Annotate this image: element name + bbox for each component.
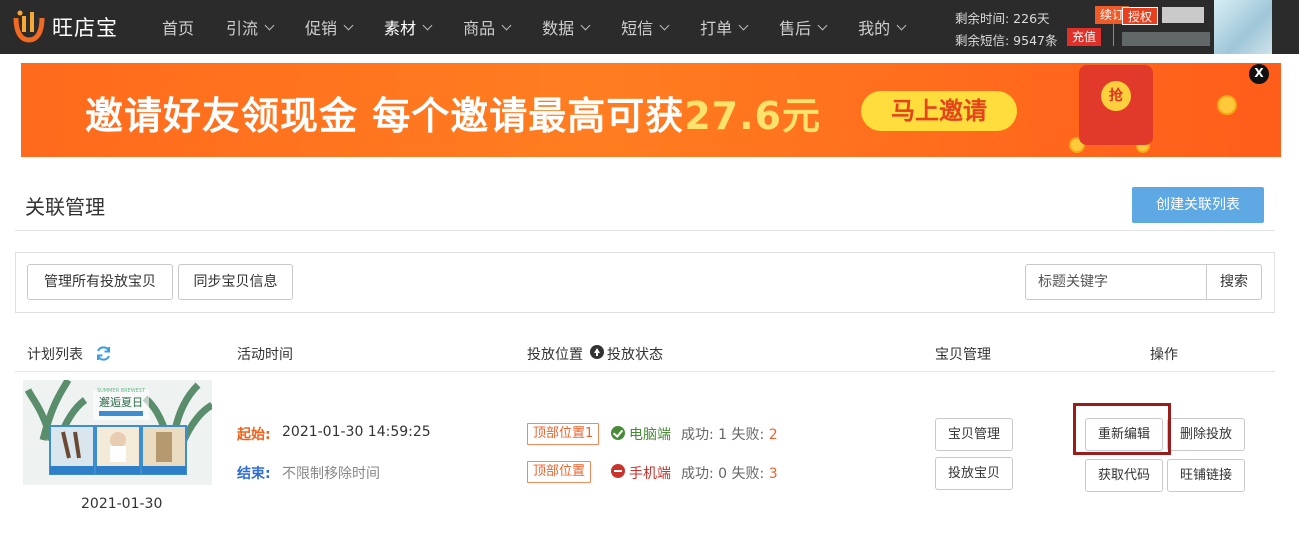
chevron-down-icon — [580, 20, 591, 30]
logo[interactable]: 旺店宝 — [10, 8, 140, 46]
position-tag: 顶部位置1 — [527, 423, 600, 445]
close-banner-button[interactable]: X — [1249, 64, 1269, 84]
search-button[interactable]: 搜索 — [1206, 264, 1262, 300]
highlight-box — [1073, 403, 1171, 455]
nav-item-label: 短信 — [621, 19, 654, 38]
coin-icon — [1217, 95, 1237, 115]
chevron-down-icon — [422, 20, 433, 30]
column-plan-list: 计划列表 — [27, 347, 83, 363]
placement-stats-pc: 成功: 1 失败: 2 — [681, 424, 778, 444]
thumb-subtitle: SUMMER BREWEST — [97, 388, 146, 394]
nav-item-label: 打单 — [700, 19, 733, 38]
success-label: 成功: — [681, 466, 714, 482]
platform-pc: 电脑端 — [629, 427, 671, 443]
toolbar-panel: 管理所有投放宝贝 同步宝贝信息 搜索 — [15, 252, 1275, 313]
get-code-button[interactable]: 获取代码 — [1085, 459, 1163, 492]
search-input[interactable] — [1025, 264, 1207, 300]
recharge-button[interactable]: 充值 — [1067, 28, 1102, 46]
nav-item-label: 首页 — [162, 19, 195, 38]
nav-item-label: 引流 — [226, 19, 259, 38]
nav-item[interactable]: 商品 — [447, 0, 526, 54]
nav-item[interactable]: 数据 — [526, 0, 605, 54]
banner-amount: 27.6元 — [684, 94, 821, 138]
success-count: 0 — [718, 466, 728, 482]
chevron-down-icon — [343, 20, 354, 30]
nav-item-label: 数据 — [542, 19, 575, 38]
column-activity-time: 活动时间 — [237, 347, 293, 363]
divider — [15, 371, 1275, 372]
banner-headline: 邀请好友领现金 每个邀请最高可获27.6元 — [85, 85, 821, 140]
end-time: 不限制移除时间 — [282, 466, 380, 482]
nav-item[interactable]: 引流 — [210, 0, 289, 54]
shop-link-button[interactable]: 旺铺链接 — [1167, 459, 1245, 492]
check-circle-icon — [611, 426, 625, 440]
column-item-manage: 宝贝管理 — [935, 347, 991, 363]
fail-label: 失败: — [731, 427, 765, 443]
promo-banner[interactable]: 邀请好友领现金 每个邀请最高可获27.6元 马上邀请 抢 — [21, 63, 1281, 157]
nav-item[interactable]: 促销 — [289, 0, 368, 54]
main-nav: 首页 引流 促销 素材 商品 数据 短信 打单 售后 我的 — [146, 0, 921, 54]
redacted-info — [1162, 7, 1204, 23]
delete-placement-button[interactable]: 删除投放 — [1167, 418, 1245, 451]
chevron-down-icon — [817, 20, 828, 30]
redacted-username — [1122, 32, 1210, 46]
sync-items-button[interactable]: 同步宝贝信息 — [178, 264, 293, 300]
nav-item[interactable]: 短信 — [605, 0, 684, 54]
avatar[interactable] — [1214, 0, 1272, 54]
logo-text: 旺店宝 — [52, 16, 118, 40]
manage-all-items-button[interactable]: 管理所有投放宝贝 — [27, 264, 173, 300]
success-label: 成功: — [681, 427, 714, 443]
nav-item-label: 商品 — [463, 19, 496, 38]
invite-now-button[interactable]: 马上邀请 — [861, 91, 1017, 131]
plan-date: 2021-01-30 — [81, 496, 163, 512]
page-title: 关联管理 — [25, 195, 105, 219]
divider — [15, 230, 1275, 231]
nav-item-label: 素材 — [384, 19, 417, 38]
end-label: 结束: — [237, 466, 271, 482]
start-label: 起始: — [237, 427, 271, 443]
nav-item-label: 售后 — [779, 19, 812, 38]
top-navbar: 旺店宝 首页 引流 促销 素材 商品 数据 短信 打单 售后 我的 剩余时间: 226天 剩余短信… — [0, 0, 1299, 54]
auth-button[interactable]: 授权 — [1122, 7, 1159, 25]
nav-item-label: 促销 — [305, 19, 338, 38]
nav-item[interactable]: 打单 — [684, 0, 763, 54]
banner-text-main: 邀请好友领现金 每个邀请最高可获 — [85, 94, 685, 138]
fail-count: 3 — [768, 466, 778, 482]
logo-icon — [13, 10, 45, 43]
thumbnail-image: SUMMER BREWEST 邂逅夏日 — [23, 380, 212, 485]
place-items-button[interactable]: 投放宝贝 — [935, 457, 1013, 490]
chevron-down-icon — [659, 20, 670, 30]
nav-item[interactable]: 售后 — [763, 0, 842, 54]
position-tag: 顶部位置 — [527, 461, 592, 483]
item-manage-button[interactable]: 宝贝管理 — [935, 418, 1013, 451]
success-count: 1 — [718, 427, 728, 443]
nav-item[interactable]: 我的 — [842, 0, 921, 54]
start-time: 2021-01-30 14:59:25 — [282, 424, 431, 440]
refresh-icon[interactable] — [95, 345, 112, 362]
sort-arrow-up-icon[interactable] — [590, 345, 604, 359]
plan-thumbnail[interactable]: SUMMER BREWEST 邂逅夏日 — [23, 380, 212, 485]
envelope-seal: 抢 — [1101, 81, 1131, 111]
column-position[interactable]: 投放位置 — [527, 344, 583, 364]
remaining-time: 剩余时间: 226天 — [955, 11, 1050, 26]
chevron-down-icon — [264, 20, 275, 30]
chevron-down-icon — [738, 20, 749, 30]
platform-mobile: 手机端 — [629, 466, 671, 482]
remaining-sms: 剩余短信: 9547条 — [955, 33, 1058, 48]
red-envelope-icon: 抢 — [1079, 65, 1153, 145]
fail-label: 失败: — [731, 466, 765, 482]
column-status: 投放状态 — [607, 347, 663, 363]
nav-item[interactable]: 首页 — [146, 0, 210, 54]
chevron-down-icon — [896, 20, 907, 30]
create-association-list-button[interactable]: 创建关联列表 — [1132, 187, 1264, 223]
thumb-title: 邂逅夏日 — [99, 395, 143, 409]
nav-item-label: 我的 — [858, 19, 891, 38]
column-actions: 操作 — [1150, 347, 1178, 363]
minus-circle-icon — [611, 464, 625, 478]
placement-stats-mobile: 成功: 0 失败: 3 — [681, 463, 778, 483]
nav-item[interactable]: 素材 — [368, 0, 447, 54]
chevron-down-icon — [501, 20, 512, 30]
fail-count: 2 — [768, 427, 778, 443]
divider — [1113, 8, 1114, 46]
